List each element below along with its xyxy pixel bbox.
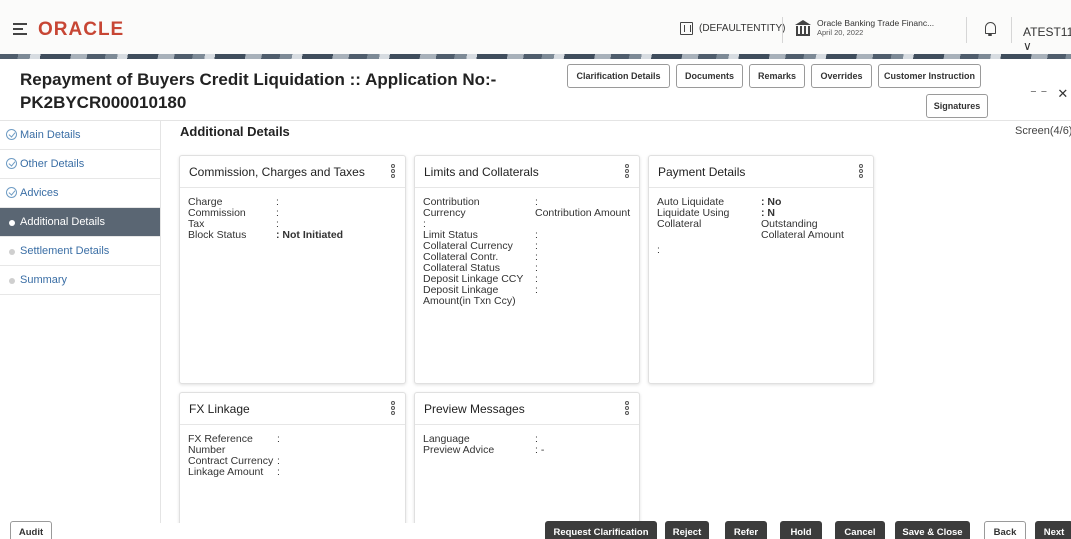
minimize-icon[interactable]: ⁻ ⁻ bbox=[1030, 86, 1047, 102]
field-value: : bbox=[535, 284, 538, 296]
clarification-details-button[interactable]: Clarification Details bbox=[567, 64, 670, 88]
documents-button[interactable]: Documents bbox=[676, 64, 743, 88]
signatures-button[interactable]: Signatures bbox=[926, 94, 988, 118]
sidebar-item-label: Summary bbox=[20, 274, 68, 286]
sidebar-item-label: Advices bbox=[20, 187, 59, 199]
card-title: Limits and Collaterals bbox=[424, 164, 539, 179]
back-button[interactable]: Back bbox=[984, 521, 1026, 539]
pending-step-dot-icon bbox=[9, 278, 15, 284]
field-value: : bbox=[535, 229, 538, 241]
bank-icon bbox=[795, 20, 811, 36]
field-label: FX Reference Number bbox=[188, 433, 253, 456]
application-number: PK2BYCR000010180 bbox=[20, 93, 187, 112]
check-circle-icon bbox=[6, 129, 17, 140]
sidebar-item-label: Other Details bbox=[20, 158, 85, 170]
cancel-button[interactable]: Cancel bbox=[835, 521, 885, 539]
field-value: : bbox=[535, 433, 538, 445]
menu-icon[interactable] bbox=[13, 23, 27, 35]
hold-button[interactable]: Hold bbox=[780, 521, 822, 539]
card-title: FX Linkage bbox=[189, 401, 250, 416]
current-step-dot-icon bbox=[9, 220, 15, 226]
field-value: : bbox=[535, 262, 538, 274]
divider bbox=[782, 17, 783, 43]
kebab-menu-icon[interactable] bbox=[625, 164, 629, 180]
title-line-1: Repayment of Buyers Credit Liquidation :… bbox=[20, 70, 497, 89]
pending-step-dot-icon bbox=[9, 249, 15, 255]
screen-indicator: Screen(4/6) bbox=[1015, 125, 1071, 137]
overrides-button[interactable]: Overrides bbox=[811, 64, 872, 88]
limits-collaterals-card: Limits and Collaterals Contribution: Cur… bbox=[414, 155, 640, 384]
divider bbox=[1011, 17, 1012, 43]
next-button[interactable]: Next bbox=[1035, 521, 1071, 539]
commission-charges-taxes-card: Commission, Charges and Taxes Charge: Co… bbox=[179, 155, 406, 384]
kebab-menu-icon[interactable] bbox=[391, 401, 395, 417]
close-icon[interactable]: ✕ bbox=[1057, 86, 1068, 102]
sidebar-item-label: Additional Details bbox=[20, 216, 105, 228]
audit-button[interactable]: Audit bbox=[10, 521, 52, 539]
bank-selector[interactable]: Oracle Banking Trade Financ... April 20,… bbox=[795, 18, 934, 37]
building-icon bbox=[680, 22, 693, 35]
payment-details-card: Payment Details Auto Liquidate: No Liqui… bbox=[648, 155, 874, 384]
kebab-menu-icon[interactable] bbox=[391, 164, 395, 180]
field-label: Block Status bbox=[188, 229, 247, 241]
user-menu[interactable]: ATEST11 ∨ bbox=[1023, 25, 1071, 53]
refer-button[interactable]: Refer bbox=[725, 521, 767, 539]
sidebar-item-label: Main Details bbox=[20, 129, 81, 141]
card-title: Preview Messages bbox=[424, 401, 525, 416]
field-value: Collateral Amount bbox=[761, 229, 844, 241]
sidebar-item-additional-details[interactable]: Additional Details bbox=[0, 208, 160, 237]
sidebar-item-advices[interactable]: Advices bbox=[0, 179, 160, 208]
field-value: : No bbox=[761, 196, 782, 208]
field-label: Amount(in Txn Ccy) bbox=[423, 295, 516, 307]
kebab-menu-icon[interactable] bbox=[625, 401, 629, 417]
remarks-button[interactable]: Remarks bbox=[749, 64, 805, 88]
field-value: : bbox=[277, 466, 280, 478]
page-title: Repayment of Buyers Credit Liquidation :… bbox=[20, 68, 496, 114]
field-label: Preview Advice bbox=[423, 444, 495, 456]
block-status-value: : Not Initiated bbox=[276, 229, 344, 241]
sidebar-item-summary[interactable]: Summary bbox=[0, 266, 160, 295]
card-title: Commission, Charges and Taxes bbox=[189, 164, 365, 179]
field-value: Contribution Amount bbox=[535, 207, 631, 219]
sidebar-item-settlement-details[interactable]: Settlement Details bbox=[0, 237, 160, 266]
divider bbox=[966, 17, 967, 43]
entity-selector[interactable]: (DEFAULTENTITY) bbox=[680, 22, 785, 35]
kebab-menu-icon[interactable] bbox=[859, 164, 863, 180]
field-value: : bbox=[277, 455, 280, 467]
field-value: : bbox=[276, 207, 279, 219]
sidebar-item-other-details[interactable]: Other Details bbox=[0, 150, 160, 179]
card-title: Payment Details bbox=[658, 164, 746, 179]
field-label bbox=[657, 230, 761, 241]
field-value bbox=[535, 296, 631, 307]
field-label: Collateral bbox=[657, 218, 702, 230]
customer-instruction-button[interactable]: Customer Instruction bbox=[878, 64, 981, 88]
reject-button[interactable]: Reject bbox=[665, 521, 709, 539]
preview-messages-card: Preview Messages Language: Preview Advic… bbox=[414, 392, 640, 532]
entity-label: (DEFAULTENTITY) bbox=[699, 23, 786, 34]
field-value: : bbox=[535, 251, 538, 263]
field-value: : - bbox=[535, 444, 545, 456]
sidebar: Main Details Other Details Advices Addit… bbox=[0, 121, 161, 523]
field-label: : bbox=[657, 244, 660, 256]
bank-date: April 20, 2022 bbox=[817, 28, 864, 37]
oracle-logo: ORACLE bbox=[38, 19, 125, 40]
field-value: : bbox=[277, 433, 280, 445]
sidebar-item-main-details[interactable]: Main Details bbox=[0, 121, 160, 150]
save-close-button[interactable]: Save & Close bbox=[895, 521, 970, 539]
field-value: : bbox=[276, 196, 279, 208]
check-circle-icon bbox=[6, 158, 17, 169]
bank-name: Oracle Banking Trade Financ... bbox=[817, 18, 935, 28]
field-label: Currency bbox=[423, 207, 466, 219]
field-value bbox=[761, 245, 865, 256]
section-title: Additional Details bbox=[180, 124, 290, 139]
field-label: Linkage Amount bbox=[188, 466, 264, 478]
check-circle-icon bbox=[6, 187, 17, 198]
field-value: : bbox=[535, 273, 538, 285]
sidebar-item-label: Settlement Details bbox=[20, 245, 110, 257]
field-value: : bbox=[535, 240, 538, 252]
request-clarification-button[interactable]: Request Clarification bbox=[545, 521, 657, 539]
notification-bell-icon[interactable] bbox=[984, 22, 996, 36]
fx-linkage-card: FX Linkage FX Reference Number: Contract… bbox=[179, 392, 406, 532]
field-value bbox=[535, 219, 631, 230]
